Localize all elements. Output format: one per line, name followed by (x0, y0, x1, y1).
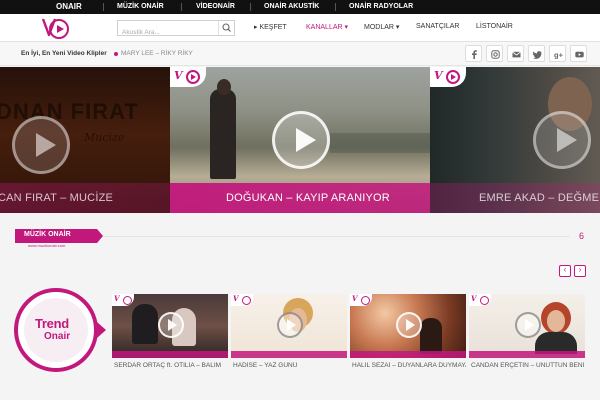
sub-bar: En İyi, En Yeni Video Klipler MARY LEE –… (0, 42, 600, 66)
video-card[interactable]: V HALİL SEZAİ – DUYANLARA DUYMAYANLARA (350, 294, 466, 372)
slide-caption-bar: CAN FIRAT – MUCİZE (0, 183, 170, 213)
section-count: 6 (579, 231, 585, 241)
video-title[interactable]: HADİSE – YAZ GÜNÜ (233, 362, 347, 369)
header: ▸ KEŞFET KANALLAR ▾ MODLAR ▾ SANATÇILAR … (0, 14, 600, 42)
mail-icon (512, 51, 521, 58)
section-subtitle: www.muzikonair.com (28, 243, 66, 248)
brand-link[interactable]: ONAIR (56, 0, 82, 14)
play-icon[interactable] (396, 312, 422, 338)
topbar-link-videonair[interactable]: VİDEONAİR (196, 0, 235, 14)
vevo-badge: V (430, 67, 466, 87)
video-title[interactable]: HALİL SEZAİ – DUYANLARA DUYMAYANLARA (352, 362, 466, 369)
video-card[interactable]: V HADİSE – YAZ GÜNÜ (231, 294, 347, 372)
slide-caption-bar: EMRE AKAD – DEĞMEDİ (430, 183, 600, 213)
video-title[interactable]: SERDAR ORTAÇ ft. OTİLİA – BALIM (114, 362, 228, 369)
search-box (117, 20, 235, 40)
section-title: MÜZİK ONAİR (24, 231, 71, 238)
person-head (217, 79, 231, 95)
trend-line2: Onair (44, 331, 71, 342)
play-icon[interactable] (272, 111, 330, 169)
twitter-button[interactable] (528, 45, 545, 62)
divider (335, 3, 336, 11)
slide-caption: EMRE AKAD – DEĞMEDİ (479, 192, 600, 204)
divider (250, 3, 251, 11)
play-icon[interactable] (515, 312, 541, 338)
site-logo[interactable] (40, 15, 70, 41)
video-card[interactable]: V SERDAR ORTAÇ ft. OTİLİA – BALIM (112, 294, 228, 372)
google-plus-button[interactable]: g+ (549, 45, 566, 62)
sea-shade (330, 133, 430, 153)
slide-dogukan[interactable]: V DOĞUKAN – KAYIP ARANIYOR (170, 67, 430, 213)
vevo-badge: V (170, 67, 206, 87)
facebook-button[interactable] (465, 45, 482, 62)
play-icon[interactable] (277, 312, 303, 338)
featured-slider: DNAN FIRAT Mucize CAN FIRAT – MUCİZE V D… (0, 67, 600, 213)
facebook-icon (472, 50, 477, 59)
person-figure (210, 89, 236, 179)
ticker-dot (114, 52, 118, 56)
top-bar: ONAIR MÜZİK ONAİR VİDEONAİR ONAİR AKUSTİ… (0, 0, 600, 14)
search-input[interactable] (118, 25, 218, 40)
instagram-button[interactable] (486, 45, 503, 62)
svg-text:g+: g+ (554, 51, 563, 60)
youtube-button[interactable] (570, 45, 587, 62)
topbar-link-onair-radyolar[interactable]: ONAİR RADYOLAR (349, 0, 413, 14)
mail-button[interactable] (507, 45, 524, 62)
topbar-link-onair-akustik[interactable]: ONAİR AKUSTİK (264, 0, 319, 14)
search-icon (222, 23, 231, 32)
twitter-icon (533, 51, 542, 59)
now-playing-ticker[interactable]: MARY LEE – RİKY RİKY (121, 50, 193, 57)
slide-caption: CAN FIRAT – MUCİZE (0, 192, 114, 204)
search-button[interactable] (218, 21, 234, 35)
nav-listonair[interactable]: LİSTONAİR (476, 23, 513, 30)
divider (181, 3, 182, 11)
trend-onair-badge[interactable]: Trend Onair (14, 288, 106, 372)
play-icon[interactable] (533, 111, 591, 169)
google-plus-icon: g+ (554, 51, 563, 60)
slide-caption-bar: DOĞUKAN – KAYIP ARANIYOR (170, 183, 430, 213)
topbar-link-muzik-onair[interactable]: MÜZİK ONAİR (117, 0, 164, 14)
chevron-left-icon: ‹ (563, 265, 567, 274)
youtube-icon (575, 51, 584, 58)
prev-button[interactable]: ‹ (559, 265, 571, 277)
nav-sanatcilar[interactable]: SANATÇILAR (416, 23, 459, 30)
section-divider (100, 236, 570, 237)
next-button[interactable]: › (574, 265, 586, 277)
slide-can-firat[interactable]: DNAN FIRAT Mucize CAN FIRAT – MUCİZE (0, 67, 170, 213)
video-card[interactable]: V CANDAN ERÇETİN – UNUTTUN BENİ (469, 294, 585, 372)
section-title-tag: MÜZİK ONAİR (15, 229, 103, 243)
play-icon[interactable] (158, 312, 184, 338)
nav-kanallar[interactable]: KANALLAR ▾ (306, 23, 348, 31)
chevron-right-icon: › (578, 265, 582, 274)
nav-kesfet[interactable]: ▸ KEŞFET (254, 23, 287, 31)
divider (103, 3, 104, 11)
slide-caption: DOĞUKAN – KAYIP ARANIYOR (226, 192, 390, 204)
trend-line1: Trend (35, 316, 69, 331)
video-title[interactable]: CANDAN ERÇETİN – UNUTTUN BENİ (471, 362, 585, 369)
play-icon[interactable] (12, 116, 70, 174)
slide-emre-akad[interactable]: V EMRE AKAD – DEĞMEDİ (430, 67, 600, 213)
tagline: En İyi, En Yeni Video Klipler (21, 50, 107, 57)
nav-modlar[interactable]: MODLAR ▾ (364, 23, 399, 31)
instagram-icon (491, 50, 500, 59)
